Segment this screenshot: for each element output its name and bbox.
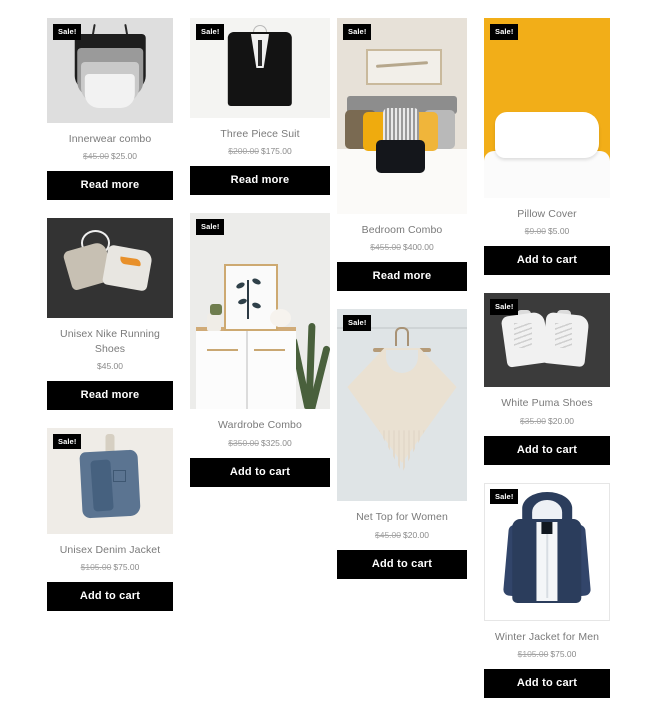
product-price: $45.00 xyxy=(47,361,173,372)
price-original: $105.00 xyxy=(80,562,112,573)
add-to-cart-button[interactable]: Add to cart xyxy=(484,435,610,465)
product-image-net-top-for-women[interactable]: Sale! xyxy=(337,309,467,502)
price-sale: $20.00 xyxy=(403,529,429,540)
nike-running-shoes-photo xyxy=(47,218,173,319)
product-image-pillow-cover[interactable]: Sale! xyxy=(484,18,610,198)
product-title[interactable]: Three Piece Suit xyxy=(190,127,330,141)
product-price: $105.00 $75.00 xyxy=(484,649,610,660)
product-title[interactable]: Innerwear combo xyxy=(47,132,173,146)
product-card-unisex-denim-jacket[interactable]: Sale! Unisex Denim Jacket $105.00 $75.00 … xyxy=(47,427,173,612)
price-sale: $175.00 xyxy=(261,146,292,157)
product-price: $350.00 $325.00 xyxy=(190,438,330,449)
price-original: $35.00 xyxy=(520,415,546,426)
price-sale: $5.00 xyxy=(548,226,570,237)
price-original: $200.00 xyxy=(228,146,259,157)
price-original: $45.00 xyxy=(375,529,401,540)
product-title[interactable]: Winter Jacket for Men xyxy=(484,630,610,644)
product-image-nike-running-shoes[interactable] xyxy=(47,218,173,319)
product-column-3: Sale! Bedroom Combo $455.00 $400.00 Read … xyxy=(337,18,467,597)
product-card-pillow-cover[interactable]: Sale! Pillow Cover $9.00 $5.00 Add to car… xyxy=(484,18,610,276)
product-title[interactable]: White Puma Shoes xyxy=(484,396,610,410)
product-image-winter-jacket-for-men[interactable]: Sale! xyxy=(484,482,610,621)
sale-badge: Sale! xyxy=(343,315,372,331)
add-to-cart-button[interactable]: Add to cart xyxy=(337,549,467,579)
product-card-wardrobe-combo[interactable]: Sale! Wardrobe Combo $350.00 $325.00 Add … xyxy=(190,213,330,487)
product-card-three-piece-suit[interactable]: Sale! Three Piece Suit $200.00 $175.00 Re… xyxy=(190,18,330,196)
product-price: $35.00 $20.00 xyxy=(484,416,610,427)
sale-badge: Sale! xyxy=(196,24,225,40)
add-to-cart-button[interactable]: Add to cart xyxy=(484,669,610,699)
product-column-2: Sale! Three Piece Suit $200.00 $175.00 Re… xyxy=(190,18,330,505)
product-price: $105.00 $75.00 xyxy=(47,562,173,573)
sale-badge: Sale! xyxy=(343,24,372,40)
product-title[interactable]: Net Top for Women xyxy=(337,510,467,524)
product-price: $455.00 $400.00 xyxy=(337,242,467,253)
product-title[interactable]: Pillow Cover xyxy=(484,207,610,221)
net-top-photo xyxy=(337,309,467,502)
product-card-bedroom-combo[interactable]: Sale! Bedroom Combo $455.00 $400.00 Read … xyxy=(337,18,467,292)
add-to-cart-button[interactable]: Add to cart xyxy=(484,246,610,276)
product-title[interactable]: Unisex Denim Jacket xyxy=(47,543,173,557)
sale-badge: Sale! xyxy=(53,433,82,450)
sale-badge: Sale! xyxy=(490,24,519,40)
price-regular: $45.00 xyxy=(97,360,123,371)
price-sale: $325.00 xyxy=(261,437,292,448)
product-image-bedroom-combo[interactable]: Sale! xyxy=(337,18,467,214)
add-to-cart-button[interactable]: Add to cart xyxy=(190,457,330,487)
bedroom-combo-photo xyxy=(337,18,467,214)
product-card-net-top-for-women[interactable]: Sale! Net Top for Women $45.00 $20.00 Add… xyxy=(337,309,467,579)
sale-badge: Sale! xyxy=(490,488,519,505)
add-to-cart-button[interactable]: Add to cart xyxy=(47,582,173,612)
read-more-button[interactable]: Read more xyxy=(337,262,467,292)
product-price: $9.00 $5.00 xyxy=(484,226,610,237)
price-sale: $75.00 xyxy=(113,562,140,573)
product-image-innerwear-combo[interactable]: Sale! xyxy=(47,18,173,123)
product-title[interactable]: Unisex Nike Running Shoes xyxy=(47,327,173,355)
price-original: $105.00 xyxy=(517,648,549,659)
product-price: $45.00 $20.00 xyxy=(337,530,467,541)
read-more-button[interactable]: Read more xyxy=(190,166,330,196)
price-sale: $25.00 xyxy=(111,151,137,162)
pillow-cover-photo xyxy=(484,18,610,198)
price-sale: $75.00 xyxy=(550,648,577,659)
wardrobe-combo-photo xyxy=(190,213,330,410)
product-card-winter-jacket-for-men[interactable]: Sale! Winter Jacket for Men $105.00 $75.0… xyxy=(484,482,610,699)
product-image-wardrobe-combo[interactable]: Sale! xyxy=(190,213,330,410)
product-card-innerwear-combo[interactable]: Sale! Innerwear combo $45.00 $25.00 Read … xyxy=(47,18,173,201)
product-price: $45.00 $25.00 xyxy=(47,151,173,162)
product-card-nike-running-shoes[interactable]: Unisex Nike Running Shoes $45.00 Read mo… xyxy=(47,218,173,410)
product-image-white-puma-shoes[interactable]: Sale! xyxy=(484,293,610,388)
product-column-4: Sale! Pillow Cover $9.00 $5.00 Add to car… xyxy=(484,18,610,716)
sale-badge: Sale! xyxy=(53,24,82,40)
price-sale: $20.00 xyxy=(548,415,574,426)
read-more-button[interactable]: Read more xyxy=(47,380,173,410)
price-original: $350.00 xyxy=(228,437,259,448)
product-price: $200.00 $175.00 xyxy=(190,146,330,157)
product-image-unisex-denim-jacket[interactable]: Sale! xyxy=(47,427,173,534)
price-original: $9.00 xyxy=(524,226,546,237)
price-original: $455.00 xyxy=(370,242,401,253)
sale-badge: Sale! xyxy=(490,299,519,315)
sale-badge: Sale! xyxy=(196,219,225,235)
read-more-button[interactable]: Read more xyxy=(47,171,173,201)
price-sale: $400.00 xyxy=(403,242,434,253)
product-title[interactable]: Bedroom Combo xyxy=(337,223,467,237)
product-image-three-piece-suit[interactable]: Sale! xyxy=(190,18,330,118)
product-title[interactable]: Wardrobe Combo xyxy=(190,418,330,432)
product-grid: Sale! Innerwear combo $45.00 $25.00 Read … xyxy=(0,0,650,700)
product-column-1: Sale! Innerwear combo $45.00 $25.00 Read … xyxy=(47,18,173,629)
product-card-white-puma-shoes[interactable]: Sale! White Puma Shoes $35.00 $20.00 Add … xyxy=(484,293,610,465)
price-original: $45.00 xyxy=(83,151,109,162)
